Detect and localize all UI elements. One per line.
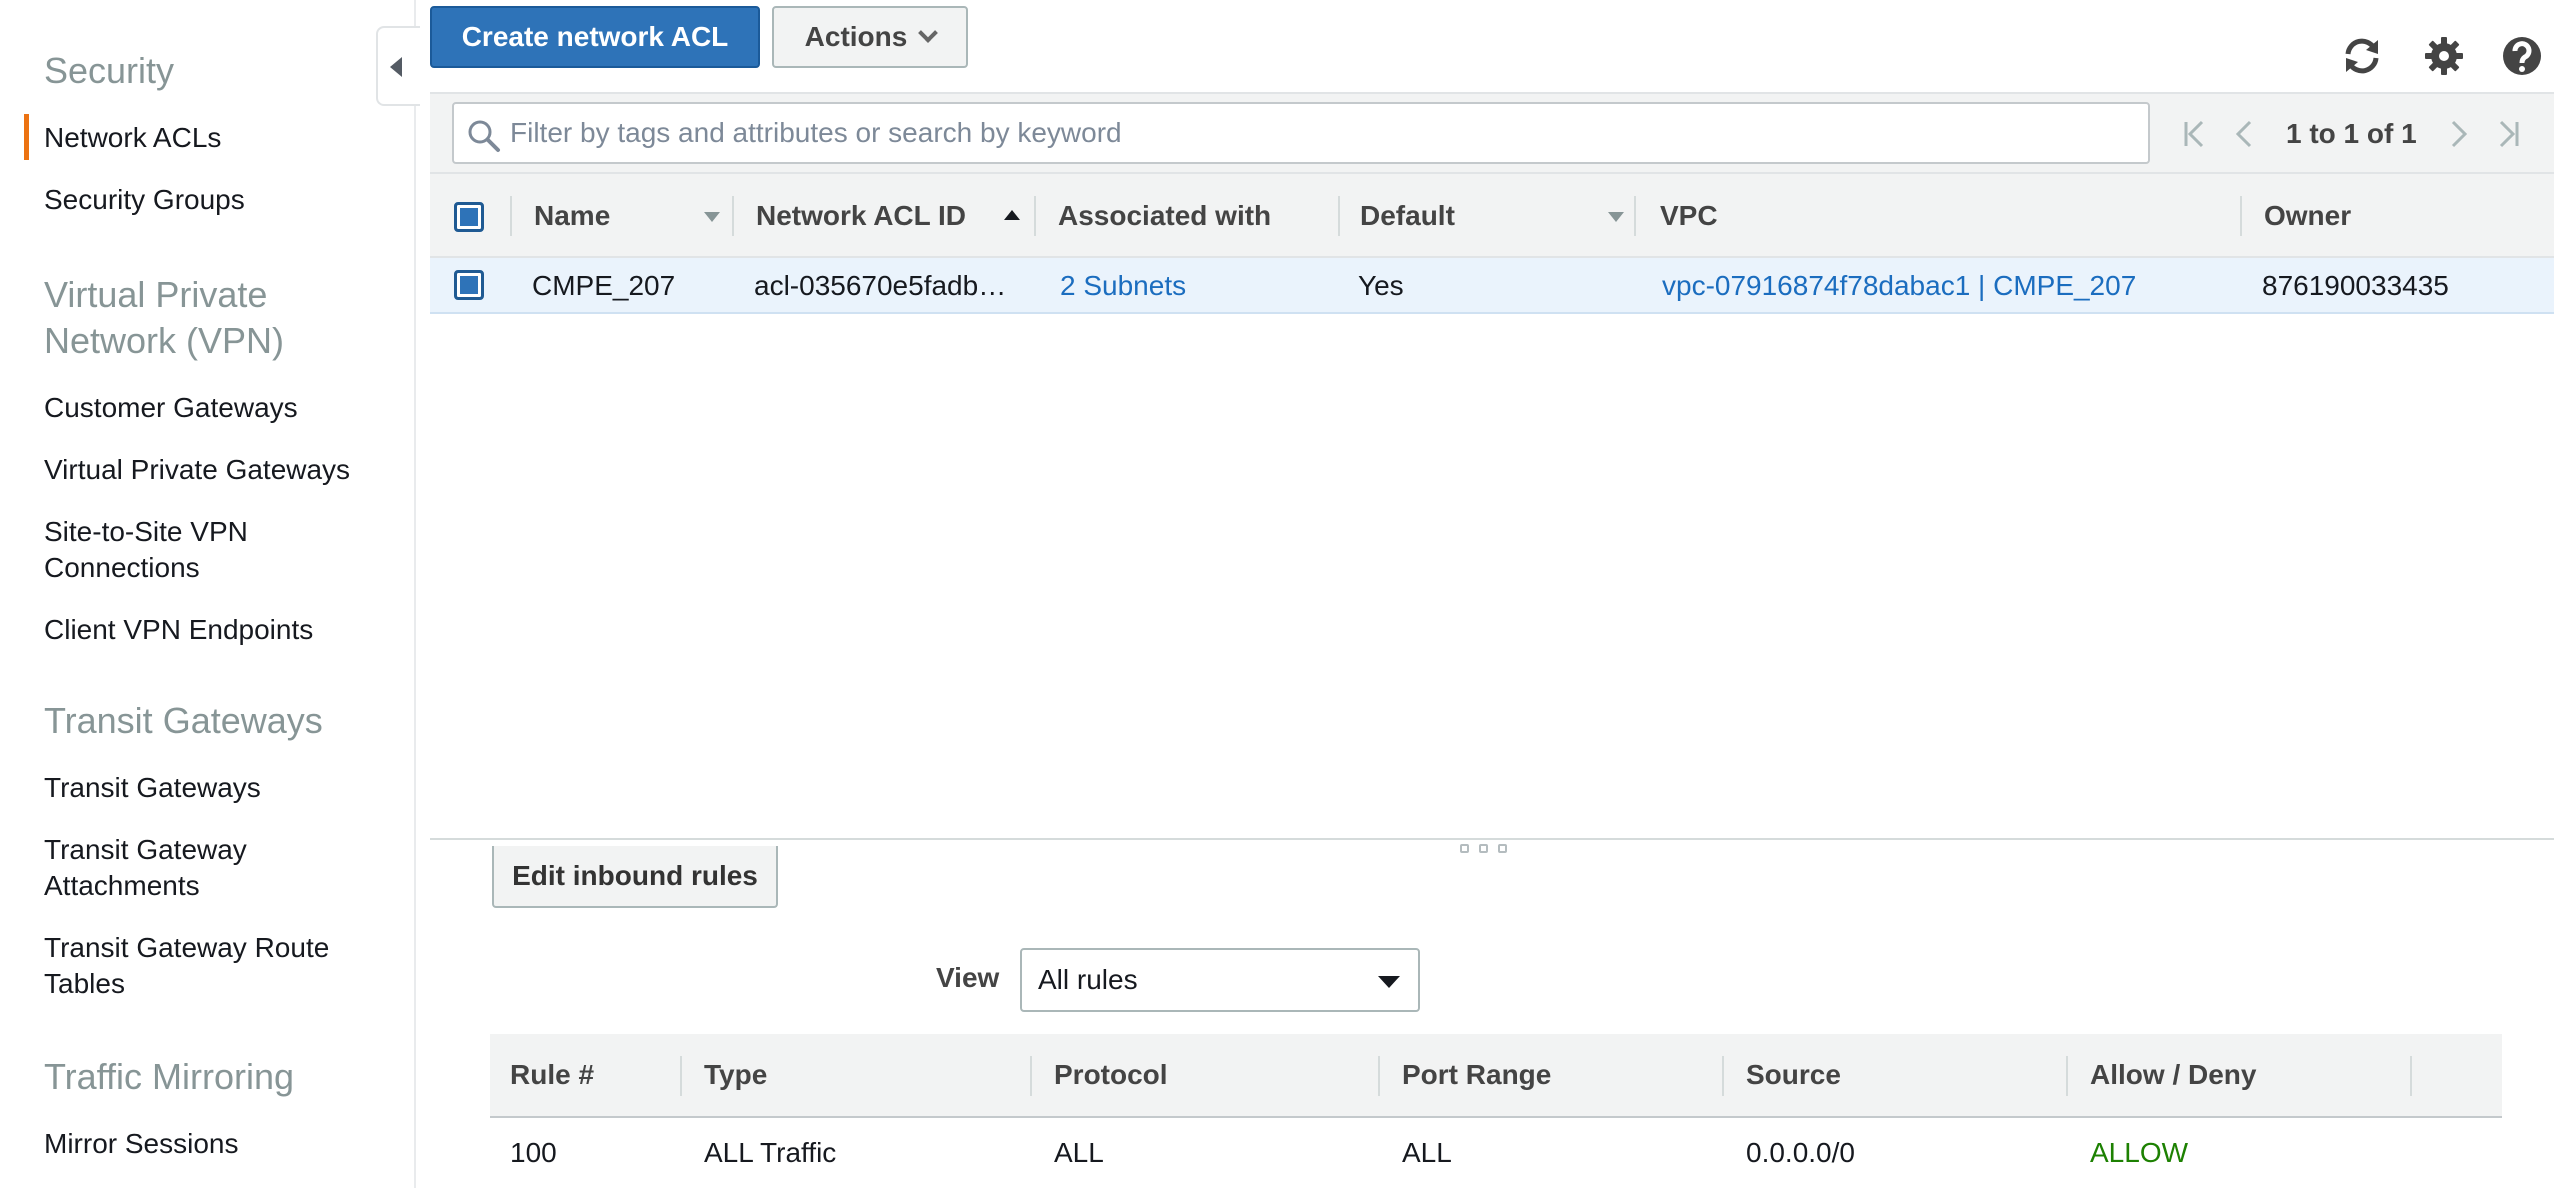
chevron-down-icon (918, 23, 939, 43)
column-separator (2410, 1056, 2412, 1096)
sort-icon[interactable] (704, 212, 720, 222)
column-separator (1722, 1056, 1724, 1096)
pagination: 1 to 1 of 1 (2172, 94, 2531, 174)
sidebar-item-tgw-attachments[interactable]: Transit Gateway (44, 832, 247, 868)
column-separator (510, 196, 512, 236)
column-separator (2240, 196, 2242, 236)
caret-down-icon (1378, 976, 1400, 988)
rule-source: 0.0.0.0/0 (1746, 1137, 1855, 1168)
sidebar-item-security-groups[interactable]: Security Groups (44, 182, 245, 218)
sidebar-item-transit-gateways[interactable]: Transit Gateways (44, 770, 261, 806)
first-page-icon[interactable] (2172, 112, 2220, 156)
column-header-acl-id[interactable]: Network ACL ID (756, 174, 966, 258)
cell-acl-id: acl-035670e5fadb… (754, 270, 1007, 301)
nav-section-vpn-line1: Virtual Private (44, 274, 268, 315)
refresh-icon[interactable] (2340, 34, 2384, 78)
grid-header: Name Network ACL ID Associated with Defa… (430, 172, 2554, 258)
rule-number: 100 (510, 1137, 557, 1168)
rules-header-source: Source (1746, 1059, 1841, 1090)
sidebar-item-client-vpn-endpoints[interactable]: Client VPN Endpoints (44, 612, 313, 648)
rules-table-header: Rule # Type Protocol Port Range Source A… (490, 1034, 2502, 1118)
column-header-associated[interactable]: Associated with (1058, 174, 1271, 258)
sidebar-item-site-to-site-vpn[interactable]: Site-to-Site VPN (44, 514, 248, 550)
column-header-vpc[interactable]: VPC (1660, 174, 1718, 258)
filter-bar: 1 to 1 of 1 (430, 92, 2554, 172)
sort-icon[interactable] (1608, 212, 1624, 222)
rules-table-row: 100 ALL Traffic ALL ALL 0.0.0.0/0 ALLOW (490, 1118, 2502, 1188)
rule-type: ALL Traffic (704, 1137, 837, 1168)
select-all-checkbox[interactable] (454, 202, 484, 232)
view-label: View (936, 962, 1000, 993)
column-separator (1378, 1056, 1380, 1096)
rules-header-port-range: Port Range (1402, 1059, 1552, 1090)
rules-header-allow-deny: Allow / Deny (2090, 1059, 2257, 1090)
nav-section-traffic-mirroring: Traffic Mirroring (44, 1056, 295, 1097)
search-box (452, 102, 2150, 164)
panel-splitter[interactable] (430, 838, 2554, 840)
column-separator (1634, 196, 1636, 236)
edit-inbound-rules-button[interactable]: Edit inbound rules (492, 846, 778, 908)
collapse-sidebar-button[interactable] (376, 26, 420, 106)
column-separator (680, 1056, 682, 1096)
actions-dropdown-button[interactable]: Actions (772, 6, 968, 68)
search-input[interactable] (510, 104, 2130, 162)
column-separator (1034, 196, 1036, 236)
row-checkbox[interactable] (454, 270, 484, 300)
sidebar-item-network-acls[interactable]: Network ACLs (23, 114, 221, 160)
sidebar-item-virtual-private-gateways[interactable]: Virtual Private Gateways (44, 452, 350, 488)
column-header-default[interactable]: Default (1360, 174, 1455, 258)
column-separator (2066, 1056, 2068, 1096)
sidebar-item-tgw-route-tables-line2[interactable]: Tables (44, 966, 125, 1002)
help-icon[interactable] (2500, 34, 2544, 78)
rules-header-type: Type (704, 1059, 768, 1090)
cell-associated-link[interactable]: 2 Subnets (1060, 258, 1330, 314)
rule-action-badge: ALLOW (2090, 1137, 2189, 1168)
actions-label: Actions (804, 21, 908, 52)
last-page-icon[interactable] (2483, 112, 2531, 156)
sidebar-item-tgw-attachments-line2[interactable]: Attachments (44, 868, 200, 904)
nav-section-security: Security (44, 50, 175, 91)
column-separator (1030, 1056, 1032, 1096)
view-select[interactable]: All rules (1020, 948, 1420, 1012)
search-icon (468, 120, 500, 152)
pager-text: 1 to 1 of 1 (2286, 118, 2417, 149)
sort-ascending-icon[interactable] (1004, 210, 1020, 220)
cell-owner: 876190033435 (2262, 270, 2449, 301)
rule-port-range: ALL (1402, 1137, 1452, 1168)
column-header-name[interactable]: Name (534, 174, 610, 258)
column-separator (1338, 196, 1340, 236)
nav-section-transit-gateways: Transit Gateways (44, 700, 323, 741)
cell-vpc-link[interactable]: vpc-07916874f78dabac1 | CMPE_207 (1662, 258, 2232, 314)
sidebar-item-mirror-sessions[interactable]: Mirror Sessions (44, 1126, 238, 1162)
rule-protocol: ALL (1054, 1137, 1104, 1168)
sidebar-item-tgw-route-tables[interactable]: Transit Gateway Route (44, 930, 329, 966)
table-row[interactable]: CMPE_207 acl-035670e5fadb… 2 Subnets Yes… (430, 258, 2554, 314)
cell-default: Yes (1358, 270, 1404, 301)
cell-name: CMPE_207 (532, 270, 676, 301)
rules-header-rule: Rule # (510, 1059, 595, 1090)
nav-section-vpn-line2: Network (VPN) (44, 320, 285, 361)
gear-icon[interactable] (2422, 34, 2466, 78)
column-header-owner[interactable]: Owner (2264, 174, 2351, 258)
create-network-acl-button[interactable]: Create network ACL (430, 6, 760, 68)
rules-header-protocol: Protocol (1054, 1059, 1168, 1090)
sidebar: Security Network ACLs Security Groups Vi… (0, 0, 416, 1188)
view-select-value: All rules (1038, 964, 1138, 995)
sidebar-item-customer-gateways[interactable]: Customer Gateways (44, 390, 298, 426)
resize-handle-icon[interactable] (1460, 844, 1507, 853)
next-page-icon[interactable] (2435, 112, 2483, 156)
column-separator (732, 196, 734, 236)
prev-page-icon[interactable] (2220, 112, 2268, 156)
sidebar-item-site-to-site-vpn-line2[interactable]: Connections (44, 550, 200, 586)
